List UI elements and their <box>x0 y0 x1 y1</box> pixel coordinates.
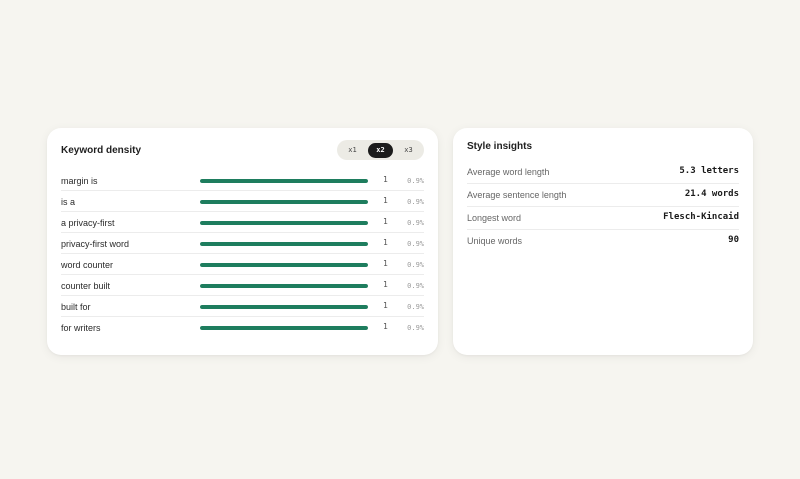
ngram-x3-button[interactable]: x3 <box>396 143 421 158</box>
style-insights-list: Average word length 5.3 letters Average … <box>467 161 739 253</box>
insight-row-average-sentence-length: Average sentence length 21.4 words <box>467 184 739 207</box>
keyword-count: 1 <box>383 196 388 205</box>
keyword-list: margin is 1 0.9% is a 1 0.9% a privacy-f… <box>61 170 424 338</box>
keyword-count: 1 <box>383 217 388 226</box>
keyword-bar-track <box>200 305 368 309</box>
keyword-bar-fill <box>200 221 368 225</box>
keyword-percent: 0.9% <box>407 198 424 206</box>
keyword-row: word counter 1 0.9% <box>61 254 424 275</box>
keyword-count: 1 <box>383 322 388 331</box>
keyword-percent: 0.9% <box>407 261 424 269</box>
keyword-phrase: built for <box>61 302 91 312</box>
keyword-bar-track <box>200 284 368 288</box>
keyword-phrase: privacy-first word <box>61 239 130 249</box>
keyword-row: margin is 1 0.9% <box>61 170 424 191</box>
keyword-bar-track <box>200 200 368 204</box>
style-insights-card: Style insights Average word length 5.3 l… <box>453 128 753 355</box>
keyword-phrase: for writers <box>61 323 101 333</box>
keyword-bar-fill <box>200 179 368 183</box>
keyword-bar-fill <box>200 200 368 204</box>
keyword-bar-fill <box>200 284 368 288</box>
keyword-bar-fill <box>200 305 368 309</box>
keyword-bar-track <box>200 179 368 183</box>
insight-row-unique-words: Unique words 90 <box>467 230 739 253</box>
style-insights-title: Style insights <box>467 141 533 152</box>
insight-label: Unique words <box>467 236 523 246</box>
keyword-row: built for 1 0.9% <box>61 296 424 317</box>
insight-value: 90 <box>728 235 739 245</box>
keyword-bar-track <box>200 242 368 246</box>
keyword-percent: 0.9% <box>407 177 424 185</box>
keyword-percent: 0.9% <box>407 303 424 311</box>
keyword-phrase: counter built <box>61 281 111 291</box>
keyword-bar-fill <box>200 242 368 246</box>
keyword-percent: 0.9% <box>407 324 424 332</box>
keyword-density-title: Keyword density <box>61 145 142 156</box>
ngram-size-toggle: x1 x2 x3 <box>337 140 424 160</box>
insight-value: Flesch-Kincaid <box>663 212 739 222</box>
keyword-percent: 0.9% <box>407 240 424 248</box>
keyword-row: counter built 1 0.9% <box>61 275 424 296</box>
ngram-x2-button[interactable]: x2 <box>368 142 393 158</box>
keyword-count: 1 <box>383 301 388 310</box>
keyword-row: privacy-first word 1 0.9% <box>61 233 424 254</box>
keyword-density-card: Keyword density x1 x2 x3 margin is 1 0.9… <box>47 128 438 355</box>
insight-row-average-word-length: Average word length 5.3 letters <box>467 161 739 184</box>
insight-value: 5.3 letters <box>679 166 739 176</box>
keyword-bar-fill <box>200 326 368 330</box>
insight-label: Longest word <box>467 213 522 223</box>
keyword-phrase: margin is <box>61 176 98 186</box>
keyword-bar-track <box>200 221 368 225</box>
keyword-phrase: a privacy-first <box>61 218 115 228</box>
keyword-row: for writers 1 0.9% <box>61 317 424 338</box>
keyword-bar-track <box>200 326 368 330</box>
keyword-bar-track <box>200 263 368 267</box>
keyword-phrase: is a <box>61 197 76 207</box>
insight-value: 21.4 words <box>684 189 739 199</box>
keyword-percent: 0.9% <box>407 219 424 227</box>
keyword-count: 1 <box>383 259 388 268</box>
insight-label: Average sentence length <box>467 190 567 200</box>
keyword-count: 1 <box>383 175 388 184</box>
insight-label: Average word length <box>467 167 550 177</box>
insight-row-longest-word: Longest word Flesch-Kincaid <box>467 207 739 230</box>
keyword-count: 1 <box>383 238 388 247</box>
ngram-x1-button[interactable]: x1 <box>340 143 365 158</box>
keyword-count: 1 <box>383 280 388 289</box>
keyword-row: is a 1 0.9% <box>61 191 424 212</box>
keyword-row: a privacy-first 1 0.9% <box>61 212 424 233</box>
keyword-phrase: word counter <box>61 260 114 270</box>
keyword-percent: 0.9% <box>407 282 424 290</box>
keyword-bar-fill <box>200 263 368 267</box>
